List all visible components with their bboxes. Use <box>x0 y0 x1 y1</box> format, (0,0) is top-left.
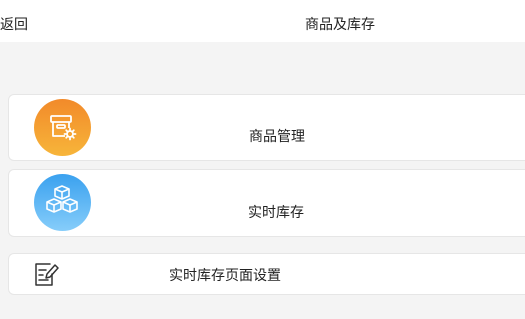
top-bar: 返回 商品及库存 <box>0 0 525 42</box>
menu-item-inventory-page-settings[interactable]: 实时库存页面设置 <box>8 253 525 295</box>
menu-item-label: 商品管理 <box>249 129 305 145</box>
page-title: 商品及库存 <box>305 17 375 33</box>
goods-box-gear-icon <box>34 99 91 156</box>
back-button[interactable]: 返回 <box>0 14 28 34</box>
inventory-boxes-icon <box>34 174 91 231</box>
menu-item-label: 实时库存页面设置 <box>169 268 281 284</box>
menu-item-label: 实时库存 <box>248 205 304 221</box>
menu-item-goods-management[interactable]: 商品管理 <box>8 94 525 161</box>
menu-item-realtime-inventory[interactable]: 实时库存 <box>8 169 525 237</box>
edit-document-icon <box>33 260 59 292</box>
